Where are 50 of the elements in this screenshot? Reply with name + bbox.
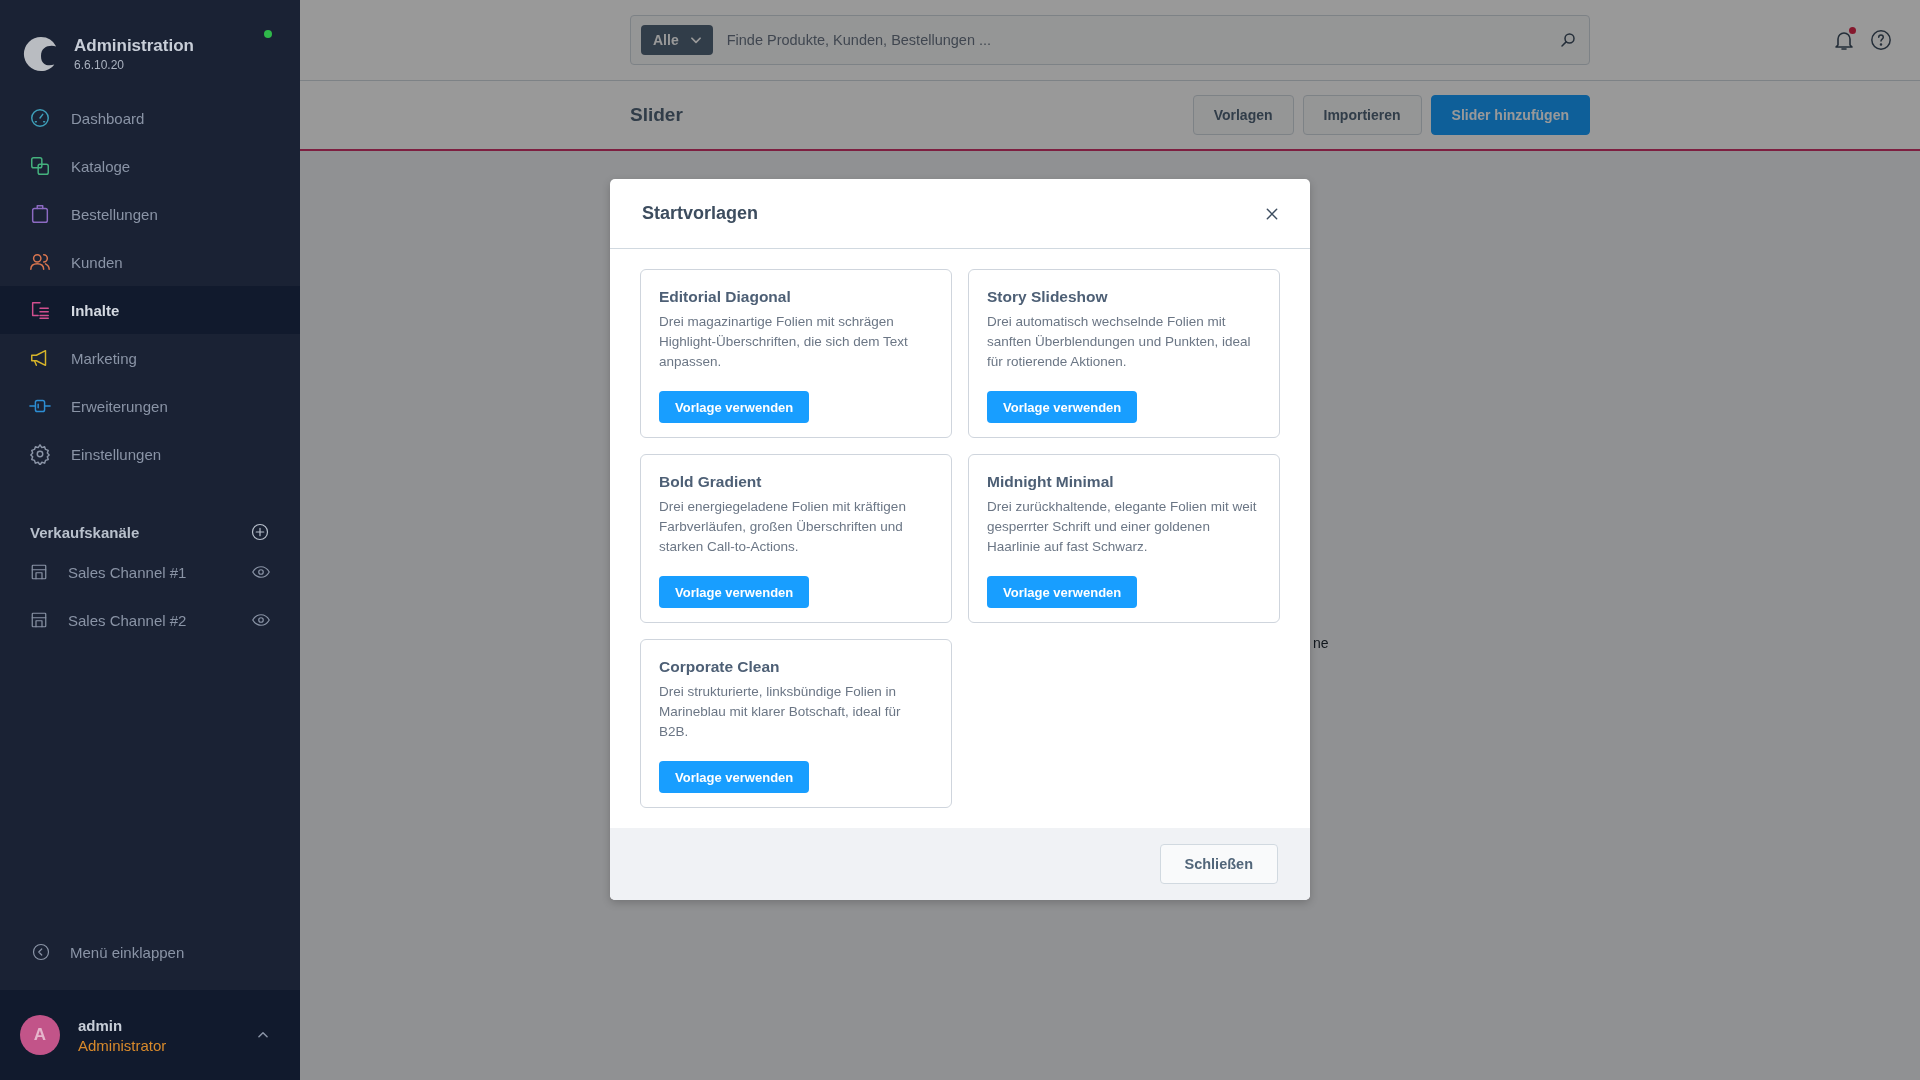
background-text: ne	[1313, 635, 1329, 651]
dialog-title: Startvorlagen	[642, 203, 759, 224]
toolbar-button[interactable]: Importieren	[1302, 95, 1422, 135]
card-title: Corporate Clean	[659, 658, 781, 676]
card-title: Editorial Diagonal	[659, 288, 792, 306]
sales-channel-item[interactable]: Sales Channel #2	[0, 596, 300, 644]
storefront-icon	[30, 611, 48, 629]
add-icon[interactable]	[251, 523, 269, 541]
search-icon[interactable]	[1559, 31, 1577, 49]
card-description: Drei automatisch wechselnde Folien mit sanften Überblendungen und Punkten, ideal für rotierende Aktionen.	[987, 313, 1252, 371]
search-scope-dropdown[interactable]: Alle	[641, 25, 713, 55]
card-description: Drei energiegeladene Folien mit kräftigen Farbverläufen, großen Überschriften und starken Call-to-Actions.	[659, 498, 907, 556]
page-title: Slider	[630, 104, 684, 126]
nav-item[interactable]: Marketing	[0, 334, 300, 382]
collapse-menu-button[interactable]: Menü einklappen	[0, 914, 300, 990]
nav-item[interactable]: Kataloge	[0, 142, 300, 190]
toolbar-button[interactable]: Vorlagen	[1192, 95, 1294, 135]
card-description: Drei magazinartige Folien mit schrägen Highlight-Überschriften, die sich dem Text anpassen.	[659, 313, 909, 371]
chevron-left-icon	[32, 943, 50, 961]
nav-item[interactable]: Einstellungen	[0, 430, 300, 478]
search-placeholder: Finde Produkte, Kunden, Bestellungen ...	[726, 32, 993, 48]
user-name: admin	[78, 1016, 124, 1034]
close-button[interactable]: Schließen	[1159, 844, 1278, 884]
nav-item[interactable]: Erweiterungen	[0, 382, 300, 430]
user-avatar: A	[20, 1015, 60, 1055]
card-title: Midnight Minimal	[987, 473, 1115, 491]
eye-icon[interactable]	[252, 563, 270, 581]
app-name: Administration	[74, 36, 195, 56]
use-template-button[interactable]: Vorlage verwenden	[659, 761, 810, 793]
nav-item[interactable]: Dashboard	[0, 94, 300, 142]
section-title: Verkaufskanäle	[30, 523, 140, 541]
card-title: Story Slideshow	[987, 288, 1109, 306]
card-title: Bold Gradient	[659, 473, 763, 491]
sales-channel-item[interactable]: Sales Channel #1	[0, 548, 300, 596]
use-template-button[interactable]: Vorlage verwenden	[987, 576, 1138, 608]
nav-item[interactable]: Inhalte	[0, 286, 300, 334]
card-description: Drei zurückhaltende, elegante Folien mit weit gesperrter Schrift und einer goldenen Haarlinie auf fast Schwarz.	[987, 498, 1258, 556]
use-template-button[interactable]: Vorlage verwenden	[659, 576, 810, 608]
help-icon[interactable]	[1870, 29, 1892, 51]
use-template-button[interactable]: Vorlage verwenden	[987, 391, 1138, 423]
storefront-icon	[30, 563, 48, 581]
notification-bell-icon[interactable]	[1832, 28, 1856, 52]
nav-item[interactable]: Bestellungen	[0, 190, 300, 238]
card-description: Drei strukturierte, linksbündige Folien in Marineblau mit klarer Botschaft, ideal für B2B.	[659, 683, 902, 741]
user-role: Administrator	[78, 1036, 168, 1054]
eye-icon[interactable]	[252, 611, 270, 629]
version-label: 6.6.10.20	[74, 58, 126, 72]
use-template-button[interactable]: Vorlage verwenden	[659, 391, 810, 423]
nav-item[interactable]: Kunden	[0, 238, 300, 286]
search-field[interactable]: Alle Finde Produkte, Kunden, Bestellungen ...	[630, 15, 1590, 65]
